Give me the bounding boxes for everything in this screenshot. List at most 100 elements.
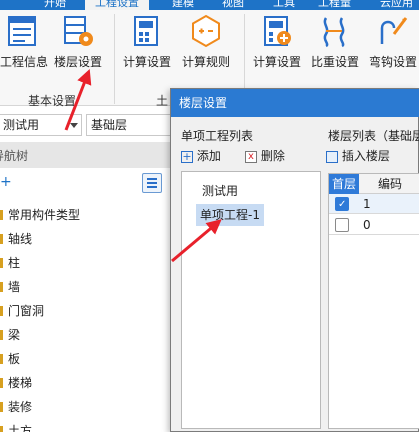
ratio-settings-button[interactable]: 比重设置 [308, 14, 362, 80]
project-info-button[interactable]: 工程信息 [0, 14, 49, 80]
floor-list-label: 楼层列表（基础层 [328, 129, 419, 143]
ratio-settings-label: 比重设置 [310, 55, 359, 69]
add-icon: + [181, 149, 193, 163]
hexagon-plus-minus-icon [192, 14, 220, 48]
nav-item-label: 轴线 [8, 232, 33, 246]
nav-item-label: 梁 [8, 328, 21, 342]
ribbon-separator [114, 14, 115, 104]
project-list-label: 单项工程列表 [181, 129, 254, 143]
nav-item[interactable]: 装修 [0, 396, 170, 418]
delete-project-label: 删除 [260, 149, 285, 163]
floor-settings-label: 楼层设置 [53, 55, 102, 69]
rebar-weight-icon [323, 17, 345, 48]
nav-item[interactable]: 柱 [0, 252, 170, 274]
project-list-toolbar: + 添加 x 删除 [181, 145, 321, 169]
folder-icon [0, 330, 3, 340]
document-table-icon [8, 16, 36, 46]
floor-code: 0 [363, 218, 371, 232]
add-project-button[interactable]: + 添加 [181, 145, 221, 167]
nav-item[interactable]: 楼梯 [0, 372, 170, 394]
project-select[interactable]: 测试用 [0, 114, 82, 136]
nav-item-label: 门窗洞 [8, 304, 45, 318]
folder-icon [0, 426, 3, 432]
col-code: 编码 [377, 177, 402, 191]
insert-floor-icon [326, 150, 338, 163]
nav-item[interactable]: 板 [0, 348, 170, 370]
menu-tab-quantities[interactable]: 工程量 [318, 0, 351, 10]
insert-floor-button[interactable]: 插入楼层 [326, 145, 390, 167]
calc-sheet-plus-icon [264, 16, 291, 46]
nav-item-label: 楼梯 [8, 376, 33, 390]
rebar-hook-icon [380, 17, 408, 44]
delete-project-button[interactable]: x 删除 [245, 145, 285, 167]
nav-item[interactable]: 土方 [0, 420, 170, 432]
calc-sheet-icon [134, 16, 158, 46]
nav-item-label: 土方 [8, 424, 33, 432]
menu-tab-cloud[interactable]: 云应用 [380, 0, 413, 10]
floor-settings-button[interactable]: 楼层设置 [52, 14, 104, 80]
project-info-label: 工程信息 [0, 55, 49, 69]
nav-tree-header: 导航树 [0, 142, 178, 168]
delete-icon: x [245, 150, 257, 163]
menu-tab-modeling[interactable]: 建模 [172, 0, 194, 10]
dialog-title-bar[interactable]: 楼层设置 [171, 89, 419, 117]
project-floor-selector-row: 测试用 基础层 [0, 114, 178, 138]
project-list-item[interactable]: 测试用 [198, 180, 242, 202]
floor-select[interactable]: 基础层 [86, 114, 176, 136]
calc-settings-2-label: 计算设置 [252, 55, 301, 69]
nav-item-label: 柱 [8, 256, 21, 270]
calc-rules-button[interactable]: 计算规则 [178, 14, 234, 80]
table-row[interactable]: 0 [329, 215, 419, 235]
nav-item-label: 常用构件类型 [8, 208, 81, 222]
nav-item-label: 板 [8, 352, 21, 366]
bend-settings-button[interactable]: 弯钩设置 [366, 14, 419, 80]
folder-icon [0, 234, 3, 244]
folder-icon [0, 210, 3, 220]
calc-settings-button[interactable]: 计算设置 [120, 14, 174, 80]
nav-item-label: 墙 [8, 280, 21, 294]
chevron-down-icon [70, 123, 78, 128]
list-view-icon[interactable] [142, 173, 162, 193]
folder-icon [0, 378, 3, 388]
calc-settings-2-button[interactable]: 计算设置 [250, 14, 304, 80]
nav-item-label: 装修 [8, 400, 33, 414]
menu-tab-tools[interactable]: 工具 [273, 0, 295, 10]
menu-bar: 开始 工程设置 建模 视图 工具 工程量 云应用 [0, 0, 419, 10]
nav-item[interactable]: 轴线 [0, 228, 170, 250]
floor-select-value: 基础层 [91, 118, 128, 132]
check-icon: ✓ [338, 199, 347, 210]
nav-item[interactable]: 梁 [0, 324, 170, 346]
nav-item[interactable]: 门窗洞 [0, 300, 170, 322]
project-list: 测试用 单项工程-1 [181, 171, 321, 429]
nav-tree-list: 常用构件类型 轴线 柱 墙 门窗洞 梁 板 楼梯 装修 土方 [0, 200, 178, 432]
nav-tree-toolbar: + [0, 170, 178, 196]
nav-item[interactable]: 常用构件类型 [0, 204, 170, 226]
menu-tab-start[interactable]: 开始 [44, 0, 66, 10]
insert-floor-label: 插入楼层 [341, 149, 390, 163]
floor-settings-dialog: 楼层设置 单项工程列表 + 添加 x 删除 测试用 单项工程-1 楼层列表（基础… [170, 88, 419, 432]
nav-item[interactable]: 墙 [0, 276, 170, 298]
folder-icon [0, 354, 3, 364]
first-floor-checkbox[interactable] [335, 218, 349, 232]
table-row[interactable]: ✓ 1 [329, 194, 419, 214]
project-select-value: 测试用 [3, 118, 40, 132]
dialog-title: 楼层设置 [179, 96, 228, 110]
floor-gear-icon [64, 16, 93, 46]
group-label-earthwork: 土 [156, 94, 169, 108]
nav-tree-title: 导航树 [0, 149, 29, 163]
plus-icon[interactable]: + [0, 174, 12, 190]
project-list-item-selected[interactable]: 单项工程-1 [196, 204, 264, 226]
floor-table-header: 首层 编码 [329, 174, 419, 194]
floor-code: 1 [363, 197, 371, 211]
folder-icon [0, 258, 3, 268]
add-project-label: 添加 [196, 149, 221, 163]
folder-icon [0, 306, 3, 316]
calc-settings-label: 计算设置 [122, 55, 171, 69]
first-floor-checkbox[interactable]: ✓ [335, 197, 349, 211]
menu-tab-project-settings[interactable]: 工程设置 [85, 0, 149, 10]
floor-table: 首层 编码 ✓ 1 0 [328, 173, 419, 429]
group-label-basic-settings: 基本设置 [28, 94, 77, 108]
calc-rules-label: 计算规则 [181, 55, 230, 69]
bend-settings-label: 弯钩设置 [368, 55, 417, 69]
menu-tab-view[interactable]: 视图 [222, 0, 244, 10]
